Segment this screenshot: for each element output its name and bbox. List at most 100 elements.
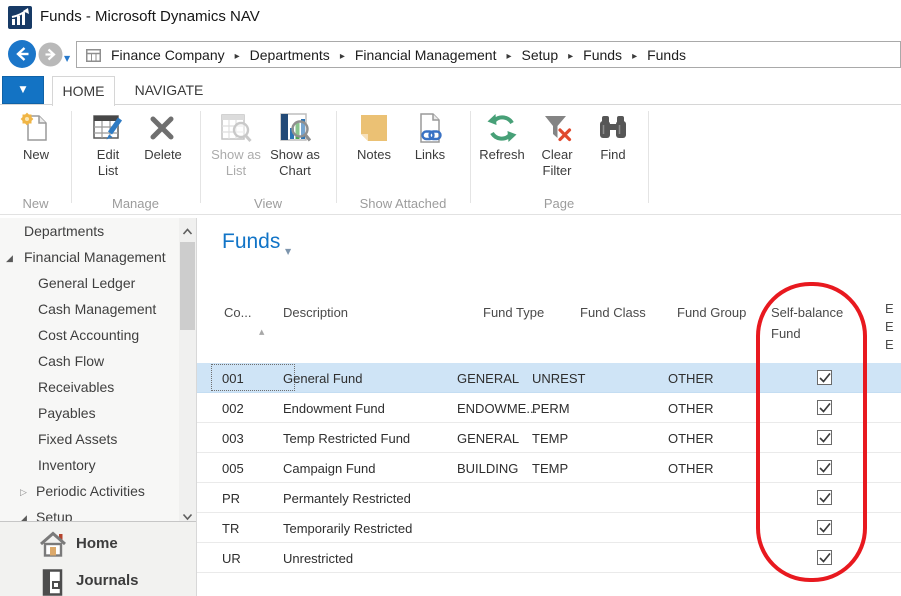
column-header-code[interactable]: Co... (224, 302, 251, 323)
history-dropdown-icon[interactable] (64, 48, 76, 60)
notes-icon (345, 112, 403, 146)
collapse-icon[interactable] (20, 504, 27, 521)
sidebar-item-departments[interactable]: Departments (0, 218, 196, 244)
expand-icon[interactable] (20, 478, 27, 506)
column-header-self-balance-fund[interactable]: Self-balance Fund (771, 302, 863, 344)
forward-button[interactable] (38, 42, 63, 72)
scroll-down-icon[interactable] (182, 508, 193, 516)
funds-list-page: Funds Co... Description Fund Type Fund C… (197, 218, 901, 596)
self-balance-checkbox[interactable] (817, 550, 832, 565)
column-header-fund-group[interactable]: Fund Group (677, 302, 746, 323)
delete-button-label: Delete (134, 147, 192, 163)
address-bar[interactable]: Finance CompanyDepartmentsFinancial Mana… (76, 41, 901, 68)
tab-navigate[interactable]: NAVIGATE (127, 76, 211, 106)
breadcrumb-item[interactable]: Departments (225, 47, 330, 63)
table-row[interactable]: TR Temporarily Restricted (197, 513, 901, 543)
breadcrumb-item[interactable]: Funds (622, 47, 686, 63)
breadcrumb-item[interactable]: Setup (496, 47, 558, 63)
table-row[interactable]: 001 General Fund GENERAL UNREST OTHER (197, 363, 901, 393)
refresh-icon (471, 112, 533, 146)
delete-button[interactable]: Delete (134, 112, 192, 163)
navigation-bar: Finance CompanyDepartmentsFinancial Mana… (0, 37, 901, 71)
refresh-button[interactable]: Refresh (471, 112, 533, 163)
ribbon-tab-strip: HOME NAVIGATE (0, 76, 901, 105)
sidebar-item-general-ledger[interactable]: General Ledger (0, 270, 196, 296)
table-row[interactable]: UR Unrestricted (197, 543, 901, 573)
clear-filter-icon (535, 112, 579, 146)
self-balance-checkbox[interactable] (817, 490, 832, 505)
dynamics-nav-window: Funds - Microsoft Dynamics NAV (0, 0, 901, 596)
show-as-chart-button-label: Show as Chart (264, 147, 326, 179)
clear-filter-button[interactable]: Clear Filter (535, 112, 579, 179)
edit-list-button[interactable]: Edit List (86, 112, 130, 179)
breadcrumb-item[interactable]: Financial Management (330, 47, 497, 63)
page-title: Funds (222, 230, 280, 254)
show-as-list-button: Show as List (208, 112, 264, 179)
breadcrumb-item[interactable]: Funds (558, 47, 622, 63)
show-as-list-button-label: Show as List (208, 147, 264, 179)
back-button[interactable] (7, 39, 37, 74)
nav-pane-home-label: Home (76, 535, 118, 552)
notes-button-label: Notes (345, 147, 403, 163)
funds-table: 001 General Fund GENERAL UNREST OTHER 00… (197, 363, 901, 573)
scrollbar-thumb[interactable] (180, 242, 195, 330)
scroll-up-icon[interactable] (182, 223, 193, 231)
ribbon-group-show-attached: Show Attached (336, 196, 470, 211)
table-row[interactable]: 002 Endowment Fund ENDOWME... PERM OTHER (197, 393, 901, 423)
sidebar-item-receivables[interactable]: Receivables (0, 374, 196, 400)
self-balance-checkbox[interactable] (817, 370, 832, 385)
links-icon (401, 112, 459, 146)
table-row[interactable]: 003 Temp Restricted Fund GENERAL TEMP OT… (197, 423, 901, 453)
sidebar-item-cash-management[interactable]: Cash Management (0, 296, 196, 322)
self-balance-checkbox[interactable] (817, 430, 832, 445)
find-icon (584, 112, 642, 146)
sort-ascending-icon (259, 321, 264, 339)
find-button-label: Find (584, 147, 642, 163)
tab-home[interactable]: HOME (52, 76, 115, 106)
page-type-icon (86, 49, 101, 67)
navigation-pane: Departments Financial Management General… (0, 218, 196, 521)
application-menu-button[interactable] (2, 76, 44, 104)
show-as-list-icon (208, 112, 264, 146)
window-title: Funds - Microsoft Dynamics NAV (40, 8, 260, 25)
self-balance-checkbox[interactable] (817, 460, 832, 475)
breadcrumb-item[interactable]: Finance Company (111, 47, 225, 63)
journals-icon (42, 569, 66, 596)
sidebar-item-fixed-assets[interactable]: Fixed Assets (0, 426, 196, 452)
new-button[interactable]: New (7, 112, 65, 163)
show-as-chart-button[interactable]: Show as Chart (264, 112, 326, 179)
links-button[interactable]: Links (401, 112, 459, 163)
column-header-fund-class[interactable]: Fund Class (580, 302, 646, 323)
page-title-dropdown-icon[interactable] (285, 241, 291, 259)
sidebar-item-periodic-activities[interactable]: Periodic Activities (0, 478, 196, 504)
notes-button[interactable]: Notes (345, 112, 403, 163)
nav-pane-journals-label: Journals (76, 572, 139, 589)
nav-pane-journals[interactable]: Journals (0, 563, 196, 596)
edit-list-icon (86, 112, 130, 146)
table-row[interactable]: 005 Campaign Fund BUILDING TEMP OTHER (197, 453, 901, 483)
group-separator (71, 111, 72, 203)
nav-pane-home[interactable]: Home (0, 526, 196, 563)
sidebar-item-cost-accounting[interactable]: Cost Accounting (0, 322, 196, 348)
show-as-chart-icon (264, 112, 326, 146)
title-bar: Funds - Microsoft Dynamics NAV (0, 0, 901, 36)
sidebar-item-financial-management[interactable]: Financial Management (0, 244, 196, 270)
sidebar-item-payables[interactable]: Payables (0, 400, 196, 426)
collapse-icon[interactable] (6, 244, 13, 272)
bottom-navigation-pane: Home Journals (0, 521, 196, 596)
ribbon: New Edit List (0, 105, 901, 215)
sidebar-item-setup[interactable]: Setup (0, 504, 196, 521)
sidebar-item-inventory[interactable]: Inventory (0, 452, 196, 478)
find-button[interactable]: Find (584, 112, 642, 163)
column-header-fund-type[interactable]: Fund Type (483, 302, 544, 323)
table-row[interactable]: PR Permantely Restricted (197, 483, 901, 513)
self-balance-checkbox[interactable] (817, 400, 832, 415)
self-balance-checkbox[interactable] (817, 520, 832, 535)
column-header-description[interactable]: Description (283, 302, 348, 323)
group-separator (200, 111, 201, 203)
sidebar-scrollbar[interactable] (179, 218, 196, 521)
home-icon (38, 530, 68, 563)
edit-list-button-label: Edit List (86, 147, 130, 179)
sidebar-item-cash-flow[interactable]: Cash Flow (0, 348, 196, 374)
column-header-partial: E E E (885, 300, 901, 354)
